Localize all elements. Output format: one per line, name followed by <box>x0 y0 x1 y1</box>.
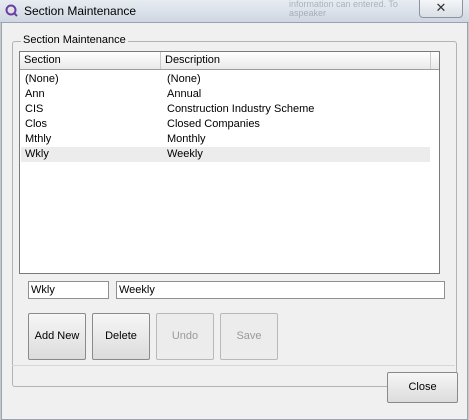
list-item-section: Mthly <box>25 133 52 145</box>
window-close-button[interactable]: ✕ <box>419 0 463 18</box>
list-item[interactable]: (None) (None) <box>21 72 430 87</box>
list-item-description: Construction Industry Scheme <box>167 103 315 115</box>
undo-button[interactable]: Undo <box>156 313 214 360</box>
background-window-text: information can entered. To aspeaker <box>289 0 398 18</box>
list-item-description: Monthly <box>167 133 206 145</box>
list-item-section: Wkly <box>25 148 49 160</box>
list-item-description: Annual <box>167 88 202 100</box>
window-title: Section Maintenance <box>24 4 137 18</box>
column-header-description[interactable]: Description <box>161 52 431 69</box>
list-item[interactable]: Mthly Monthly <box>21 132 430 147</box>
list-item-selected[interactable]: Wkly Weekly <box>21 147 430 162</box>
list-item[interactable]: CIS Construction Industry Scheme <box>21 102 430 117</box>
section-description-input[interactable] <box>116 281 445 299</box>
delete-button[interactable]: Delete <box>92 313 150 360</box>
close-icon: ✕ <box>435 0 447 15</box>
list-header: Section Description <box>20 52 439 70</box>
column-header-section[interactable]: Section <box>20 52 161 69</box>
list-item-description: Weekly <box>167 148 203 160</box>
list-item-section: Ann <box>25 88 45 100</box>
title-bar: Section Maintenance information can ente… <box>0 0 469 23</box>
close-button[interactable]: Close <box>387 372 458 403</box>
section-code-input[interactable] <box>28 281 109 299</box>
list-item[interactable]: Clos Closed Companies <box>21 117 430 132</box>
groupbox-label: Section Maintenance <box>21 34 128 46</box>
list-item-description: Closed Companies <box>167 118 260 130</box>
list-item[interactable]: Ann Annual <box>21 87 430 102</box>
list-item-section: Clos <box>25 118 48 130</box>
dialog-body: Section Maintenance Section Description … <box>1 22 468 420</box>
divider <box>12 365 455 366</box>
list-item-section: CIS <box>25 103 44 115</box>
section-list[interactable]: Section Description (None) (None) Ann An… <box>19 51 440 274</box>
list-item-description: (None) <box>167 73 201 85</box>
save-button[interactable]: Save <box>220 313 278 360</box>
list-item-section: (None) <box>25 73 59 85</box>
add-new-button[interactable]: Add New <box>28 313 86 360</box>
app-logo-icon <box>5 4 18 17</box>
